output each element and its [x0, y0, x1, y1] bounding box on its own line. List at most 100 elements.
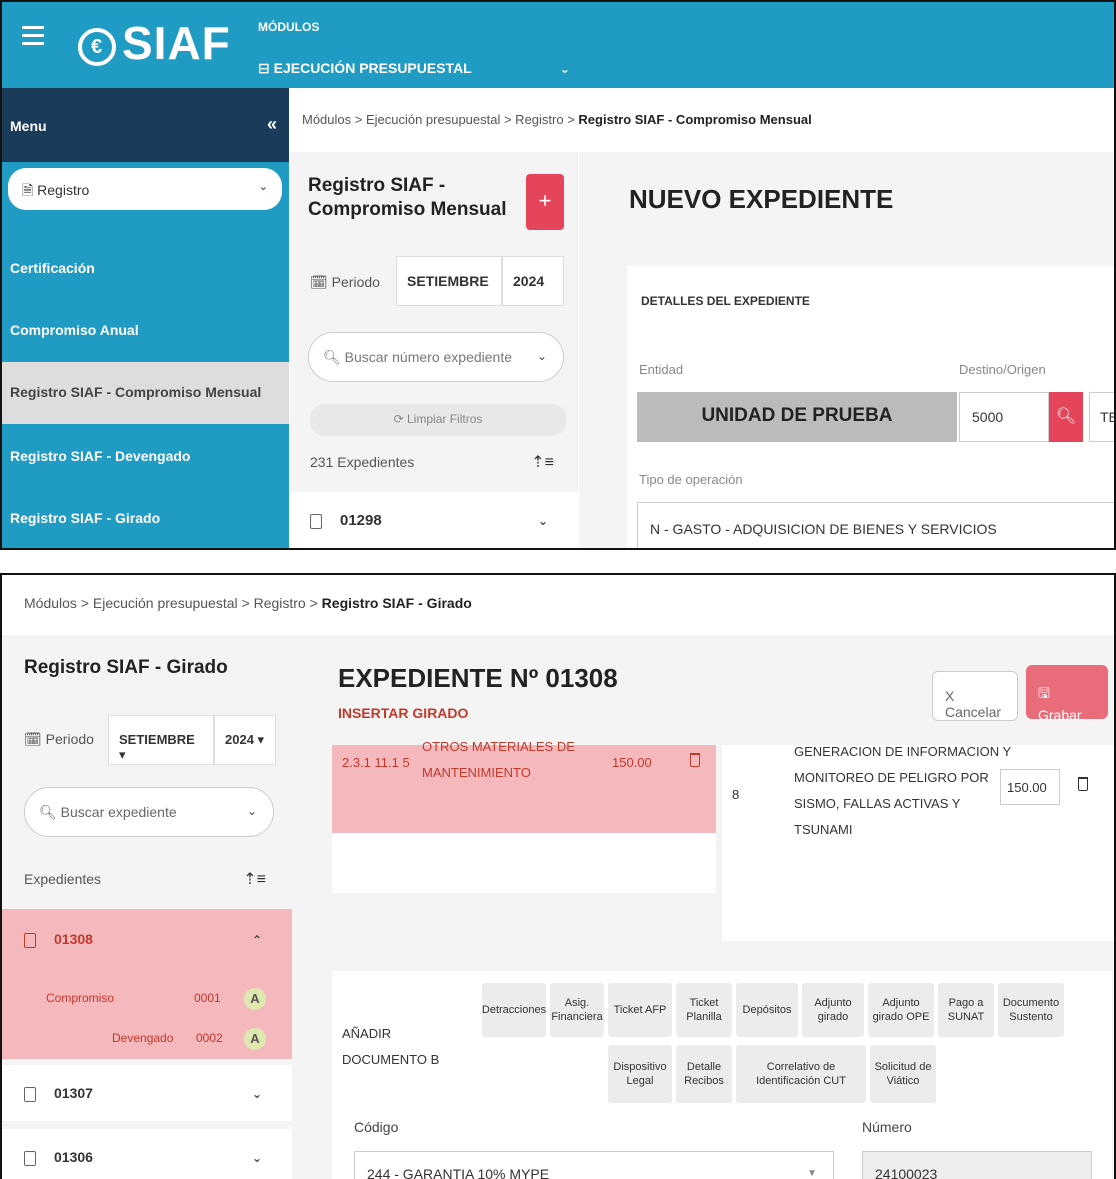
document-icon	[24, 932, 36, 948]
sort-icon[interactable]: ⇡≡	[531, 452, 554, 472]
periodo-label: 🗓 Periodo	[24, 731, 94, 747]
year-select[interactable]: 2024	[502, 256, 564, 306]
cancel-button[interactable]: X Cancelar	[932, 671, 1018, 721]
sidebar-item-compromiso-anual[interactable]: Compromiso Anual	[2, 300, 289, 362]
tag-detalle-recibos[interactable]: Detalle Recibos	[676, 1045, 732, 1103]
month-select[interactable]: SETIEMBRE ▾	[108, 715, 214, 765]
list-title: Registro SIAF - Girado	[24, 657, 228, 678]
tag-ticket-afp[interactable]: Ticket AFP	[608, 983, 672, 1037]
calendar-icon: 🗓	[310, 274, 332, 290]
clasificador-row: 2.3.1 11.1 5 OTROS MATERIALES DE MANTENI…	[332, 739, 716, 833]
clasificador-card: 2.3.1 11.1 5 OTROS MATERIALES DE MANTENI…	[332, 739, 716, 893]
page-title: EXPEDIENTE Nº 01308	[338, 663, 618, 693]
chevron-down-icon: ⌄	[559, 62, 570, 76]
save-icon: 🖫	[1038, 685, 1050, 701]
sub-item-devengado[interactable]: Devengado 0002 A	[2, 1019, 292, 1059]
search-icon: 🔍︎	[323, 349, 345, 365]
tag-pago-sunat[interactable]: Pago a SUNAT	[938, 983, 994, 1037]
add-document-label: AÑADIR DOCUMENTO B	[342, 1026, 440, 1067]
meta-description: GENERACION DE INFORMACION Y MONITOREO DE…	[794, 744, 1012, 837]
expediente-list-panel: Registro SIAF - Girado 🗓 Periodo SETIEMB…	[2, 635, 292, 1179]
status-badge: A	[244, 988, 266, 1010]
tag-depositos[interactable]: Depósitos	[736, 983, 798, 1037]
compromiso-mensual-screen: € SIAF MÓDULOS ⊟ EJECUCIÓN PRESUPUESTAL ⌄ …	[0, 0, 1116, 550]
siaf-logo: € SIAF	[78, 16, 231, 70]
menu-header: Menu «	[2, 88, 289, 162]
chevron-up-icon: ⌃	[251, 933, 262, 947]
destino-field[interactable]: 5000	[959, 392, 1049, 442]
trash-icon[interactable]	[1078, 777, 1088, 791]
chevron-down-icon: ⌄	[246, 804, 257, 818]
chevron-down-icon: ⌄	[537, 514, 548, 528]
tag-asig-financiera[interactable]: Asig. Financiera	[550, 983, 604, 1037]
module-select[interactable]: ⊟ EJECUCIÓN PRESUPUESTAL ⌄	[258, 60, 570, 77]
section-title: DETALLES DEL EXPEDIENTE	[641, 294, 810, 308]
search-icon[interactable]: 🔍︎	[1049, 392, 1083, 442]
page-title: NUEVO EXPEDIENTE	[629, 184, 894, 214]
module-icon: ⊟	[258, 60, 274, 76]
sidebar-item-certificacion[interactable]: Certificación	[2, 238, 289, 300]
tipo-operacion-label: Tipo de operación	[639, 472, 743, 487]
expediente-count: 231 Expedientes	[310, 454, 415, 470]
list-title: Registro SIAF - Compromiso Mensual	[308, 175, 507, 220]
sidebar-item-devengado[interactable]: Registro SIAF - Devengado	[2, 426, 289, 488]
add-button[interactable]: +	[526, 174, 564, 230]
chevron-down-icon: ⌄	[536, 349, 547, 363]
clear-filters-button[interactable]: ⟳ Limpiar Filtros	[310, 404, 566, 436]
tag-ticket-planilla[interactable]: Ticket Planilla	[676, 983, 732, 1037]
document-icon	[24, 1086, 36, 1102]
expediente-list-panel: Registro SIAF - Compromiso Mensual + 🗓 P…	[290, 152, 578, 548]
numero-input[interactable]: 24100023	[862, 1151, 1092, 1179]
document-icon	[24, 1150, 36, 1166]
entidad-field: UNIDAD DE PRUEBA	[637, 392, 957, 442]
chevron-down-icon: ⌄	[251, 1087, 262, 1101]
sort-icon[interactable]: ⇡≡	[243, 869, 266, 889]
tag-documento-sustento[interactable]: Documento Sustento	[998, 983, 1064, 1037]
tag-adjunto-girado[interactable]: Adjunto girado	[802, 983, 864, 1037]
breadcrumb: Módulos > Ejecución presupuestal > Regis…	[24, 595, 472, 611]
section-select[interactable]: 🗎 Registro ⌄	[8, 168, 282, 210]
meta-card: 8 GENERACION DE INFORMACION Y MONITOREO …	[722, 744, 1114, 941]
tipo-operacion-select[interactable]: N - GASTO - ADQUISICION DE BIENES Y SERV…	[637, 502, 1114, 548]
expediente-details-card: DETALLES DEL EXPEDIENTE Entidad Destino/…	[627, 266, 1114, 548]
tag-dispositivo-legal[interactable]: Dispositivo Legal	[608, 1045, 672, 1103]
modules-label: MÓDULOS	[258, 20, 320, 34]
list-item-selected[interactable]: 01308 ⌃	[2, 909, 292, 979]
codigo-select[interactable]: 244 - GARANTIA 10% MYPE ▼	[354, 1151, 834, 1179]
refresh-icon: ⟳	[393, 412, 408, 426]
save-button[interactable]: 🖫 Grabar	[1026, 665, 1108, 723]
numero-label: Número	[862, 1119, 912, 1135]
page-subtitle: INSERTAR GIRADO	[338, 705, 469, 721]
search-input[interactable]: 🔍︎ Buscar número expediente ⌄	[308, 332, 564, 382]
trash-icon[interactable]	[690, 753, 700, 767]
search-icon: 🔍︎	[39, 804, 61, 820]
siaf-logo-icon: €	[78, 27, 116, 66]
sidebar-item-compromiso-mensual[interactable]: Registro SIAF - Compromiso Mensual	[2, 362, 289, 424]
list-item[interactable]: 01307 ⌄	[2, 1065, 292, 1121]
year-select[interactable]: 2024 ▾	[214, 715, 276, 765]
calendar-icon: 🗓	[24, 731, 46, 747]
top-bar: € SIAF MÓDULOS ⊟ EJECUCIÓN PRESUPUESTAL ⌄	[2, 2, 1114, 88]
search-input[interactable]: 🔍︎ Buscar expediente ⌄	[24, 787, 274, 837]
periodo-label: 🗓 Periodo	[310, 274, 380, 290]
form-panel: NUEVO EXPEDIENTE DETALLES DEL EXPEDIENTE…	[579, 152, 1114, 548]
tag-adjunto-girado-ope[interactable]: Adjunto girado OPE	[868, 983, 934, 1037]
expediente-detail-panel: EXPEDIENTE Nº 01308 INSERTAR GIRADO X Ca…	[292, 635, 1114, 1179]
list-item[interactable]: 01298 ⌄	[290, 492, 578, 548]
list-item[interactable]: 01306 ⌄	[2, 1129, 292, 1179]
meta-amount-field[interactable]: 150.00	[1000, 769, 1060, 805]
sidebar: Menu « 🗎 Registro ⌄ Certificación Compro…	[2, 88, 289, 548]
destino-label: Destino/Origen	[959, 362, 1046, 377]
tag-detracciones[interactable]: Detracciones	[482, 983, 546, 1037]
tag-solicitud-viatico[interactable]: Solicitud de Viático	[870, 1045, 936, 1103]
destino-extra-field[interactable]: TES	[1089, 392, 1114, 442]
collapse-icon[interactable]: «	[267, 114, 277, 135]
month-select[interactable]: SETIEMBRE	[396, 256, 502, 306]
document-icon	[310, 513, 322, 529]
sidebar-item-girado[interactable]: Registro SIAF - Girado	[2, 488, 289, 548]
sub-item-compromiso[interactable]: Compromiso 0001 A	[2, 979, 292, 1019]
chevron-down-icon: ⌄	[251, 1151, 262, 1165]
hamburger-menu-icon[interactable]	[22, 26, 44, 50]
chevron-down-icon: ⌄	[258, 181, 268, 193]
tag-correlativo-cut[interactable]: Correlativo de Identificación CUT	[736, 1045, 866, 1103]
